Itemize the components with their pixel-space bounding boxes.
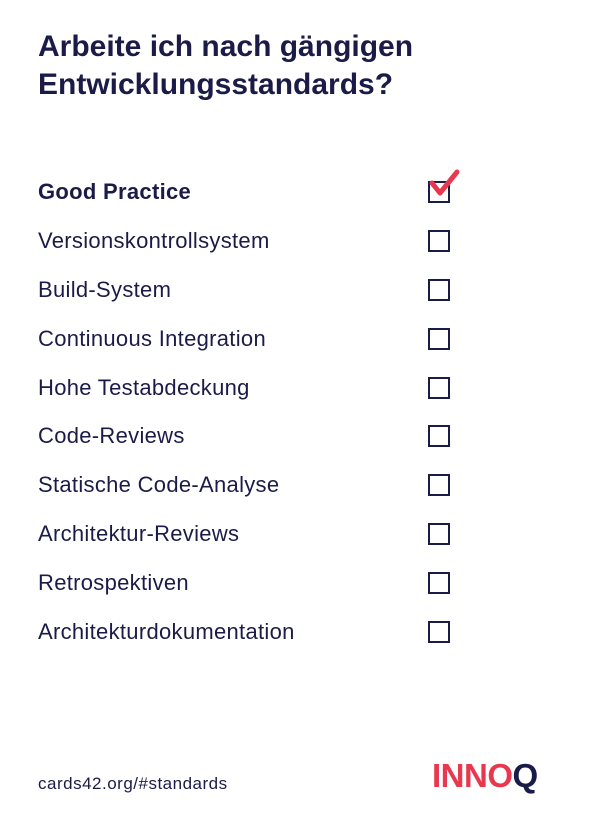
checklist: Good Practice Versionskontrollsystem Bui… bbox=[38, 168, 468, 656]
footer-link[interactable]: cards42.org/#standards bbox=[38, 774, 228, 794]
checkbox-icon[interactable] bbox=[428, 620, 450, 643]
checkbox-icon[interactable] bbox=[428, 522, 450, 545]
checklist-item: Build-System bbox=[38, 266, 468, 315]
checklist-item: Statische Code-Analyse bbox=[38, 461, 468, 510]
checklist-item: Architekturdokumentation bbox=[38, 607, 468, 656]
section-header-label: Good Practice bbox=[38, 179, 192, 205]
checklist-item-label: Code-Reviews bbox=[38, 423, 185, 449]
checklist-item-label: Retrospektiven bbox=[38, 569, 189, 595]
checkbox-icon[interactable] bbox=[428, 278, 450, 301]
checklist-item: Continuous Integration bbox=[38, 314, 468, 363]
checkbox-icon[interactable] bbox=[428, 230, 450, 253]
innoq-logo: INNOQ bbox=[432, 756, 538, 796]
checklist-item-label: Build-System bbox=[38, 276, 172, 302]
checkbox-icon[interactable] bbox=[428, 327, 450, 350]
checklist-item-label: Statische Code-Analyse bbox=[38, 472, 280, 498]
checklist-item-label: Versionskontrollsystem bbox=[38, 228, 270, 254]
checklist-header-row: Good Practice bbox=[38, 168, 468, 217]
checkmark-icon bbox=[429, 169, 460, 196]
checklist-item: Architektur-Reviews bbox=[38, 510, 468, 559]
checklist-item-label: Hohe Testabdeckung bbox=[38, 374, 250, 400]
checkbox-icon[interactable] bbox=[428, 571, 450, 594]
logo-part-navy: Q bbox=[512, 757, 539, 794]
checkbox-icon[interactable] bbox=[428, 474, 450, 497]
logo-part-pink: INNO bbox=[432, 757, 513, 794]
checkbox-icon[interactable] bbox=[428, 425, 450, 448]
checklist-item: Retrospektiven bbox=[38, 558, 468, 607]
section-header-checkbox[interactable] bbox=[428, 169, 460, 204]
checklist-item: Code-Reviews bbox=[38, 412, 468, 461]
checkbox-icon[interactable] bbox=[428, 376, 450, 399]
title-line-2: Entwicklungsstandards? bbox=[38, 68, 394, 101]
page-title: Arbeite ich nach gängigen Entwicklungsst… bbox=[38, 28, 538, 104]
checklist-item: Versionskontrollsystem bbox=[38, 217, 468, 266]
checklist-item-label: Architektur-Reviews bbox=[38, 520, 240, 546]
checklist-item-label: Continuous Integration bbox=[38, 325, 266, 351]
checklist-item-label: Architekturdokumentation bbox=[38, 618, 295, 644]
checklist-item: Hohe Testabdeckung bbox=[38, 363, 468, 412]
card: Arbeite ich nach gängigen Entwicklungsst… bbox=[0, 0, 592, 829]
title-line-1: Arbeite ich nach gängigen bbox=[38, 30, 414, 63]
